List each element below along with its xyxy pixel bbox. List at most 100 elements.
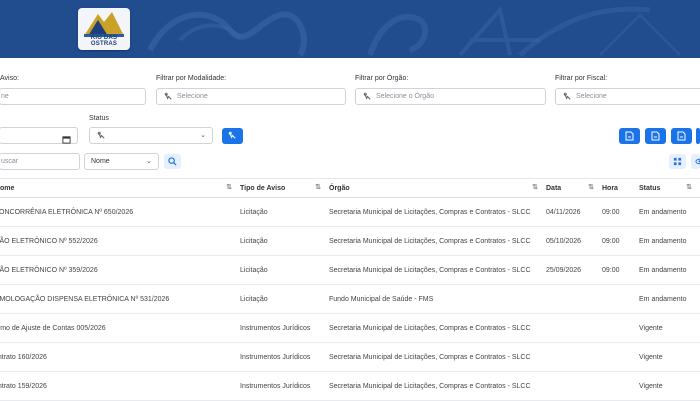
cell-hora: 09:00 xyxy=(602,255,639,285)
search-placeholder: uscar xyxy=(1,158,19,165)
avisos-table: ome ⇅ Tipo de Aviso ⇅ Órgão ⇅ Data ⇅ Hora St… xyxy=(0,178,700,401)
cell-data: 25/09/2026 xyxy=(546,255,602,285)
cell-orgao: Secretaria Municipal de Licitações, Comp… xyxy=(329,371,546,401)
cell-hora xyxy=(602,342,639,372)
document-export-icon xyxy=(677,131,686,141)
fiscal-placeholder: Selecione xyxy=(576,93,607,100)
column-header-hora[interactable]: Hora xyxy=(602,178,639,198)
cell-orgao: Fundo Municipal de Saúde - FMS xyxy=(329,284,546,314)
table-header-row: ome ⇅ Tipo de Aviso ⇅ Órgão ⇅ Data ⇅ Hora St… xyxy=(0,178,700,198)
cell-nome[interactable]: GÃO ELETRÔNICO Nº 552/2026 xyxy=(0,226,240,256)
cell-tipo: Licitação xyxy=(240,284,329,314)
export-button-4[interactable] xyxy=(696,128,700,144)
sort-icon[interactable]: ⇅ xyxy=(226,183,232,191)
eye-view-button[interactable] xyxy=(691,154,700,169)
logo-text: RIO DAS OSTRAS xyxy=(90,35,118,47)
column-header-nome[interactable]: ome ⇅ xyxy=(0,178,240,198)
filter-icon xyxy=(97,131,106,142)
filter-modalidade-label: Filtrar por Modalidade: xyxy=(156,75,227,82)
cell-status: Em andamento xyxy=(639,255,700,285)
tipo-aviso-value: ne xyxy=(1,93,9,100)
cell-status: Em andamento xyxy=(639,197,700,227)
grid-view-icon xyxy=(673,157,682,166)
document-export-icon xyxy=(625,131,634,141)
cell-data xyxy=(546,284,602,314)
column-header-status[interactable]: Status ⇅ xyxy=(639,178,700,198)
table-row[interactable]: ermo de Ajuste de Contas 005/2026 Instru… xyxy=(0,313,700,343)
cell-hora: 09:00 xyxy=(602,197,639,227)
cell-tipo: Licitação xyxy=(240,226,329,256)
cell-tipo: Licitação xyxy=(240,197,329,227)
cell-hora xyxy=(602,313,639,343)
sort-icon[interactable]: ⇅ xyxy=(315,183,321,191)
export-button-2[interactable] xyxy=(645,128,666,144)
table-row[interactable]: GÃO ELETRÔNICO Nº 359/2026 Licitação Sec… xyxy=(0,255,700,285)
table-row[interactable]: CONCORRÊNIA ELETRÔNICA Nº 650/2026 Licit… xyxy=(0,197,700,227)
search-icon xyxy=(168,157,177,166)
search-field-select[interactable]: Nome ⌄ xyxy=(84,153,159,170)
cell-tipo: Instrumentos Jurídicos xyxy=(240,313,329,343)
status-select[interactable]: ⌄ xyxy=(89,127,213,144)
column-header-data[interactable]: Data ⇅ xyxy=(546,178,602,198)
orgao-placeholder: Selecione o Órgão xyxy=(376,93,434,100)
header-banner: RIO DAS OSTRAS xyxy=(0,0,700,58)
table-row[interactable]: ontrato 159/2026 Instrumentos Jurídicos … xyxy=(0,371,700,401)
column-header-orgao[interactable]: Órgão ⇅ xyxy=(329,178,546,198)
cell-tipo: Instrumentos Jurídicos xyxy=(240,371,329,401)
cell-nome[interactable]: ontrato 159/2026 xyxy=(0,371,240,401)
cell-orgao: Secretaria Municipal de Licitações, Comp… xyxy=(329,226,546,256)
export-button-1[interactable] xyxy=(619,128,640,144)
city-logo[interactable]: RIO DAS OSTRAS xyxy=(78,8,130,50)
cell-orgao: Secretaria Municipal de Licitações, Comp… xyxy=(329,197,546,227)
sort-icon[interactable]: ⇅ xyxy=(686,183,692,191)
cell-status: Vigente xyxy=(639,371,700,401)
cell-nome[interactable]: GÃO ELETRÔNICO Nº 359/2026 xyxy=(0,255,240,285)
cell-status: Em andamento xyxy=(639,226,700,256)
cell-hora: 09:00 xyxy=(602,226,639,256)
cell-orgao: Secretaria Municipal de Licitações, Comp… xyxy=(329,313,546,343)
chevron-down-icon: ⌄ xyxy=(146,158,152,165)
cell-nome[interactable]: ontrato 160/2026 xyxy=(0,342,240,372)
orgao-select[interactable]: Selecione o Órgão xyxy=(355,88,546,105)
search-input[interactable]: uscar xyxy=(0,153,80,170)
cell-orgao: Secretaria Municipal de Licitações, Comp… xyxy=(329,342,546,372)
filter-icon xyxy=(164,92,173,103)
cell-data xyxy=(546,371,602,401)
cell-nome[interactable]: CONCORRÊNIA ELETRÔNICA Nº 650/2026 xyxy=(0,197,240,227)
column-header-tipo[interactable]: Tipo de Aviso ⇅ xyxy=(240,178,329,198)
export-button-3[interactable] xyxy=(671,128,692,144)
cell-nome[interactable]: ermo de Ajuste de Contas 005/2026 xyxy=(0,313,240,343)
document-export-icon xyxy=(651,131,660,141)
cell-tipo: Instrumentos Jurídicos xyxy=(240,342,329,372)
cell-tipo: Licitação xyxy=(240,255,329,285)
cell-nome[interactable]: OMOLOGAÇÃO DISPENSA ELETRÔNICA Nº 531/20… xyxy=(0,284,240,314)
cell-data xyxy=(546,313,602,343)
filter-icon xyxy=(228,131,236,139)
fiscal-select[interactable]: Selecione xyxy=(555,88,700,105)
apply-filter-button[interactable] xyxy=(222,128,243,144)
filter-icon xyxy=(363,92,372,103)
sort-icon[interactable]: ⇅ xyxy=(532,183,538,191)
tipo-aviso-select[interactable]: ne xyxy=(0,88,146,105)
modalidade-placeholder: Selecione xyxy=(177,93,208,100)
cell-status: Vigente xyxy=(639,342,700,372)
calendar-icon[interactable] xyxy=(62,131,71,149)
cell-status: Em andamento xyxy=(639,284,700,314)
cell-data: 04/11/2026 xyxy=(546,197,602,227)
grid-view-button[interactable] xyxy=(669,154,686,169)
table-row[interactable]: OMOLOGAÇÃO DISPENSA ELETRÔNICA Nº 531/20… xyxy=(0,284,700,314)
status-label: Status xyxy=(89,115,109,122)
filter-icon xyxy=(563,92,572,103)
table-row[interactable]: ontrato 160/2026 Instrumentos Jurídicos … xyxy=(0,342,700,372)
search-field-value: Nome xyxy=(91,158,110,165)
date-input[interactable] xyxy=(0,127,78,144)
filter-tipo-label: Aviso: xyxy=(0,75,19,82)
filter-orgao-label: Filtrar por Órgão: xyxy=(355,75,409,82)
search-button[interactable] xyxy=(164,154,181,169)
eye-icon xyxy=(695,158,700,165)
sort-icon[interactable]: ⇅ xyxy=(588,183,594,191)
table-row[interactable]: GÃO ELETRÔNICO Nº 552/2026 Licitação Sec… xyxy=(0,226,700,256)
cell-status: Vigente xyxy=(639,313,700,343)
modalidade-select[interactable]: Selecione xyxy=(156,88,346,105)
cell-orgao: Secretaria Municipal de Licitações, Comp… xyxy=(329,255,546,285)
